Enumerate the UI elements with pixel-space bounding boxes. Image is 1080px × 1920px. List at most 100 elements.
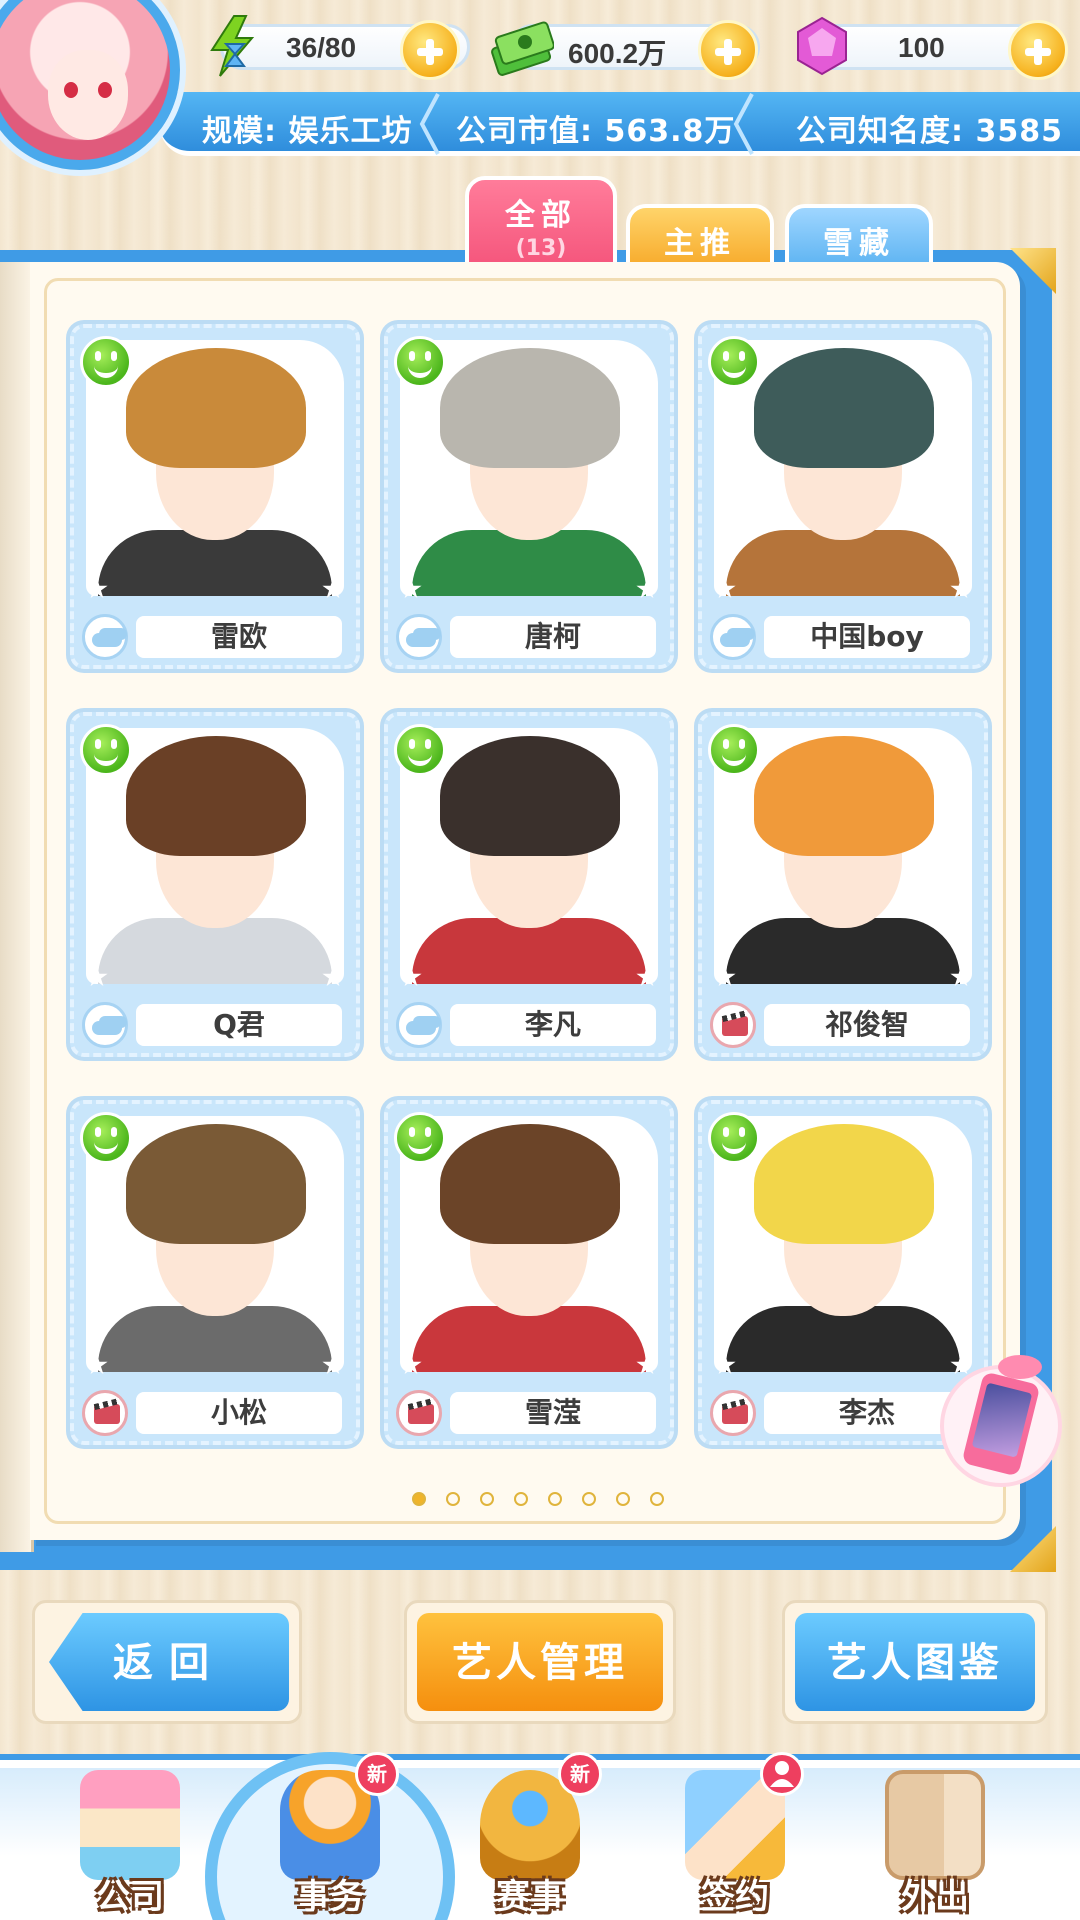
add-energy-button[interactable] — [400, 20, 460, 80]
artist-name: Q君 — [136, 1004, 342, 1046]
nav-contest-label: 赛事 — [496, 1877, 564, 1917]
cloud-icon — [396, 614, 442, 660]
gem-resource: 100 — [790, 10, 1080, 82]
company-fame: 公司知名度: 3585 — [796, 114, 1063, 149]
top-status-bar: 36/80 600.2万 100 规模: 娱乐工坊 公司市值: 563.8万 公… — [0, 0, 1080, 175]
back-button[interactable]: 返回 — [32, 1600, 302, 1724]
artist-card[interactable]: 雪滢 — [384, 1100, 674, 1445]
artist-management-button[interactable]: 艺人管理 — [404, 1600, 676, 1724]
happy-mood-icon — [80, 336, 132, 388]
avatar-eye — [98, 82, 112, 98]
add-money-button[interactable] — [698, 20, 758, 80]
divider-chevron-icon — [733, 93, 754, 155]
artist-management-label: 艺人管理 — [417, 1613, 663, 1711]
artist-card[interactable]: 小松 — [70, 1100, 360, 1445]
page-dot[interactable] — [480, 1492, 494, 1506]
new-badge: 新 — [558, 1752, 602, 1796]
nav-company[interactable]: 公司 — [55, 1770, 205, 1920]
film-clapper-icon — [396, 1390, 442, 1436]
artist-card[interactable]: 李凡 — [384, 712, 674, 1057]
happy-mood-icon — [708, 336, 760, 388]
tab-all-count: (13) — [515, 236, 567, 261]
artist-hair — [440, 1124, 620, 1244]
happy-mood-icon — [708, 724, 760, 776]
artist-name: 李凡 — [450, 1004, 656, 1046]
cloud-icon — [82, 1002, 128, 1048]
artist-catalog-button[interactable]: 艺人图鉴 — [782, 1600, 1048, 1724]
tab-featured[interactable]: 主推 — [626, 204, 774, 270]
door-icon — [885, 1770, 985, 1880]
back-button-label: 返回 — [49, 1613, 289, 1711]
cash-stack-icon — [491, 21, 554, 76]
page-dot[interactable] — [446, 1492, 460, 1506]
user-alert-badge-icon — [760, 1752, 804, 1796]
artist-name: 中国boy — [764, 616, 970, 658]
tab-all-label: 全部 — [505, 198, 577, 233]
artist-name: 唐柯 — [450, 616, 656, 658]
happy-mood-icon — [708, 1112, 760, 1164]
person-icon — [770, 1761, 794, 1787]
artist-card[interactable]: 雷欧 — [70, 324, 360, 669]
resource-row: 36/80 600.2万 100 — [200, 10, 1080, 82]
artist-hair — [126, 1124, 306, 1244]
gem-value: 100 — [898, 32, 945, 63]
artist-name: 雷欧 — [136, 616, 342, 658]
cloud-icon — [396, 1002, 442, 1048]
artist-hair — [754, 736, 934, 856]
artist-catalog-label: 艺人图鉴 — [795, 1613, 1035, 1711]
artist-hair — [440, 348, 620, 468]
energy-hourglass-icon — [210, 15, 255, 77]
bow-decoration — [998, 1355, 1042, 1379]
happy-mood-icon — [80, 1112, 132, 1164]
nav-sign-label: 签约 — [701, 1877, 769, 1917]
page-dot[interactable] — [616, 1492, 630, 1506]
happy-mood-icon — [394, 336, 446, 388]
company-scale: 规模: 娱乐工坊 — [202, 114, 413, 149]
artist-hair — [754, 348, 934, 468]
cloud-icon — [710, 614, 756, 660]
money-value: 600.2万 — [568, 38, 667, 69]
phone-button[interactable] — [940, 1355, 1062, 1495]
cloud-icon — [82, 614, 128, 660]
nav-outing[interactable]: 外出 — [860, 1770, 1010, 1920]
page-dot[interactable] — [514, 1492, 528, 1506]
nav-company-label: 公司 — [96, 1877, 164, 1917]
artist-card[interactable]: 祁俊智 — [698, 712, 988, 1057]
artist-name: 小松 — [136, 1392, 342, 1434]
artist-hair — [126, 736, 306, 856]
page-dot-active[interactable] — [412, 1492, 426, 1506]
happy-mood-icon — [394, 724, 446, 776]
artist-hair — [440, 736, 620, 856]
energy-value: 36/80 — [286, 32, 357, 63]
money-resource: 600.2万 — [490, 10, 790, 82]
new-badge: 新 — [355, 1752, 399, 1796]
artist-hair — [126, 348, 306, 468]
happy-mood-icon — [394, 1112, 446, 1164]
artist-card[interactable]: 中国boy — [698, 324, 988, 669]
happy-mood-icon — [80, 724, 132, 776]
artist-card[interactable]: 唐柯 — [384, 324, 674, 669]
player-avatar[interactable] — [0, 0, 180, 170]
avatar-face — [48, 50, 128, 140]
artist-name: 雪滢 — [450, 1392, 656, 1434]
company-market-value: 公司市值: 563.8万 — [456, 114, 736, 149]
film-clapper-icon — [82, 1390, 128, 1436]
film-clapper-icon — [710, 1390, 756, 1436]
gem-icon — [797, 16, 847, 76]
tab-frozen[interactable]: 雪藏 — [785, 204, 933, 270]
add-gem-button[interactable] — [1008, 20, 1068, 80]
company-building-icon — [80, 1770, 180, 1880]
company-info-bar: 规模: 娱乐工坊 公司市值: 563.8万 公司知名度: 3585 — [160, 92, 1080, 156]
artist-card[interactable]: Q君 — [70, 712, 360, 1057]
tab-all[interactable]: 全部 (13) — [465, 176, 617, 276]
avatar-eye — [64, 82, 78, 98]
nav-affairs-label: 事务 — [296, 1877, 364, 1917]
divider-chevron-icon — [419, 93, 440, 155]
page-dot[interactable] — [548, 1492, 562, 1506]
artist-name: 祁俊智 — [764, 1004, 970, 1046]
page-dot[interactable] — [650, 1492, 664, 1506]
page-dot[interactable] — [582, 1492, 596, 1506]
book-spine — [0, 262, 34, 1552]
energy-resource: 36/80 — [200, 10, 500, 82]
nav-outing-label: 外出 — [901, 1877, 969, 1917]
